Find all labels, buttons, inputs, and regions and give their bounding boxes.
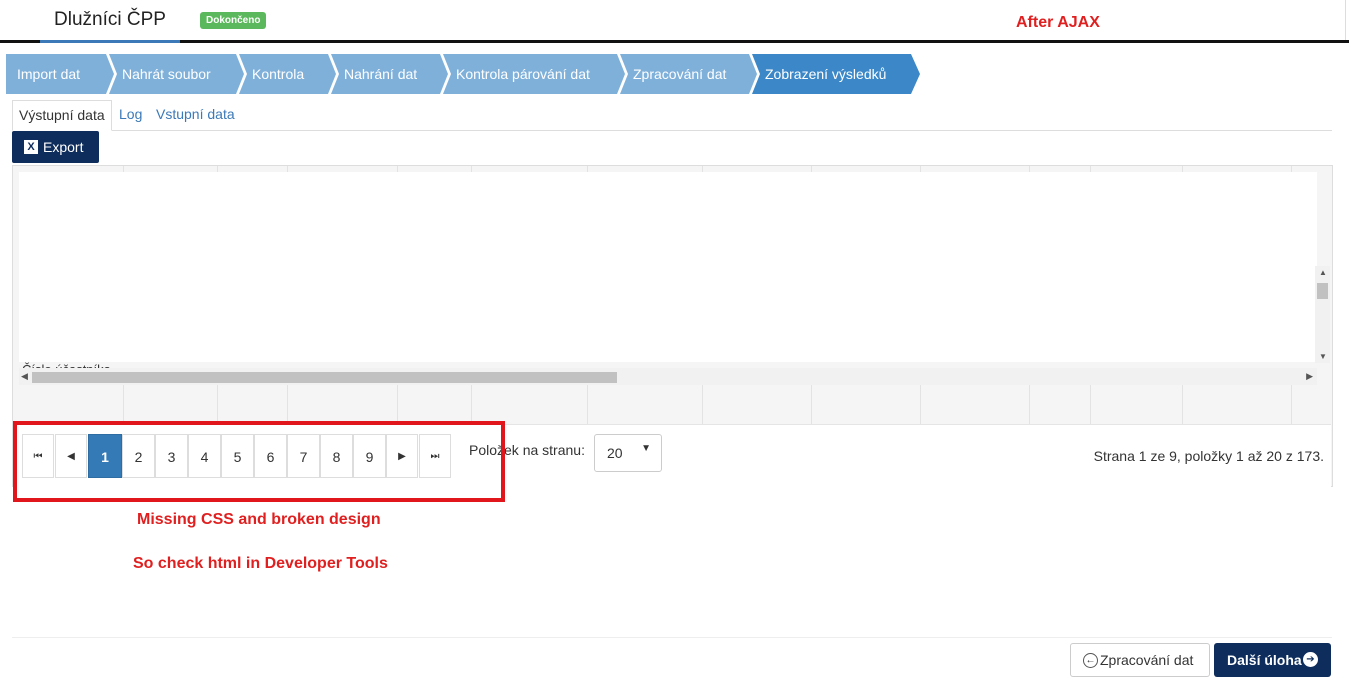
vertical-scroll-thumb[interactable] bbox=[1317, 283, 1328, 299]
export-button[interactable]: X Export bbox=[12, 131, 99, 163]
horizontal-scroll-thumb[interactable] bbox=[32, 372, 617, 383]
grid-column-divider bbox=[287, 385, 288, 424]
scroll-right-icon[interactable]: ▶ bbox=[1306, 371, 1313, 382]
grid-column-divider bbox=[217, 385, 218, 424]
annotation-highlight-box bbox=[13, 421, 505, 502]
grid-vertical-scrollbar[interactable]: ▲ ▼ bbox=[1315, 266, 1330, 363]
title-accent-underline bbox=[40, 40, 180, 43]
arrow-left-circle-icon: ← bbox=[1083, 653, 1098, 668]
per-page-value: 20 bbox=[607, 445, 623, 461]
grid-column-divider bbox=[811, 385, 812, 424]
wizard-step-label: Nahrát soubor bbox=[122, 66, 211, 82]
grid-horizontal-scrollbar[interactable]: ◀ ▶ bbox=[19, 368, 1317, 385]
tab-input-data[interactable]: Vstupní data bbox=[156, 100, 235, 129]
wizard-steps: Import dat Nahrát soubor Kontrola Nahrán… bbox=[6, 54, 926, 94]
scroll-down-icon[interactable]: ▼ bbox=[1319, 352, 1327, 361]
next-task-button[interactable]: Další úloha ➔ bbox=[1214, 643, 1331, 677]
grid-column-divider bbox=[1090, 385, 1091, 424]
status-badge: Dokončeno bbox=[200, 12, 267, 29]
grid-column-divider bbox=[702, 385, 703, 424]
wizard-step-processing[interactable]: Zpracování dat bbox=[620, 54, 757, 94]
grid-body bbox=[19, 172, 1317, 362]
export-button-label: Export bbox=[43, 139, 84, 155]
annotation-check-html: So check html in Developer Tools bbox=[133, 555, 388, 572]
wizard-step-label: Zpracování dat bbox=[633, 66, 726, 82]
caret-down-icon: ▼ bbox=[641, 443, 651, 454]
grid-column-divider bbox=[1182, 385, 1183, 424]
tab-log[interactable]: Log bbox=[119, 100, 142, 129]
excel-icon: X bbox=[24, 140, 38, 154]
grid-column-divider bbox=[397, 385, 398, 424]
grid-column-divider bbox=[123, 385, 124, 424]
header-divider bbox=[0, 40, 1349, 43]
wizard-step-label: Kontrola párování dat bbox=[456, 66, 590, 82]
grid-column-divider bbox=[1291, 385, 1292, 424]
annotation-missing-css: Missing CSS and broken design bbox=[137, 511, 381, 528]
page-title: Dlužníci ČPP bbox=[54, 9, 166, 30]
wizard-step-import[interactable]: Import dat bbox=[6, 54, 114, 94]
grid-column-divider bbox=[920, 385, 921, 424]
per-page-select[interactable]: 20 ▼ bbox=[594, 434, 662, 472]
wizard-step-label: Kontrola bbox=[252, 66, 304, 82]
grid-column-divider bbox=[1029, 385, 1030, 424]
pager-info: Strana 1 ze 9, položky 1 až 20 z 173. bbox=[1093, 448, 1324, 464]
wizard-step-label: Nahrání dat bbox=[344, 66, 417, 82]
scroll-left-icon[interactable]: ◀ bbox=[21, 371, 28, 382]
grid-column-divider bbox=[587, 385, 588, 424]
grid-column-divider bbox=[471, 385, 472, 424]
wizard-steps-svg: Import dat Nahrát soubor Kontrola Nahrán… bbox=[6, 54, 920, 94]
wizard-step-pairing[interactable]: Kontrola párování dat bbox=[443, 54, 625, 94]
scroll-up-icon[interactable]: ▲ bbox=[1319, 268, 1327, 277]
header-right-border bbox=[1345, 0, 1346, 40]
wizard-step-upload[interactable]: Nahrát soubor bbox=[109, 54, 244, 94]
next-button-label: Další úloha bbox=[1227, 652, 1302, 668]
tab-output-data[interactable]: Výstupní data bbox=[12, 100, 112, 131]
back-button[interactable]: ← Zpracování dat bbox=[1070, 643, 1210, 677]
back-button-label: Zpracování dat bbox=[1100, 652, 1194, 668]
result-tabs: Výstupní data Log Vstupní data bbox=[12, 100, 1332, 131]
footer-divider bbox=[12, 637, 1332, 638]
annotation-after-ajax: After AJAX bbox=[1016, 14, 1100, 31]
wizard-step-label: Import dat bbox=[17, 66, 80, 82]
wizard-step-check[interactable]: Kontrola bbox=[239, 54, 336, 94]
arrow-right-circle-icon: ➔ bbox=[1303, 652, 1318, 667]
wizard-step-label: Zobrazení výsledků bbox=[765, 66, 886, 82]
wizard-step-load[interactable]: Nahrání dat bbox=[331, 54, 448, 94]
app-header: Dlužníci ČPP Dokončeno bbox=[0, 0, 1351, 44]
wizard-step-results[interactable]: Zobrazení výsledků bbox=[752, 54, 920, 94]
